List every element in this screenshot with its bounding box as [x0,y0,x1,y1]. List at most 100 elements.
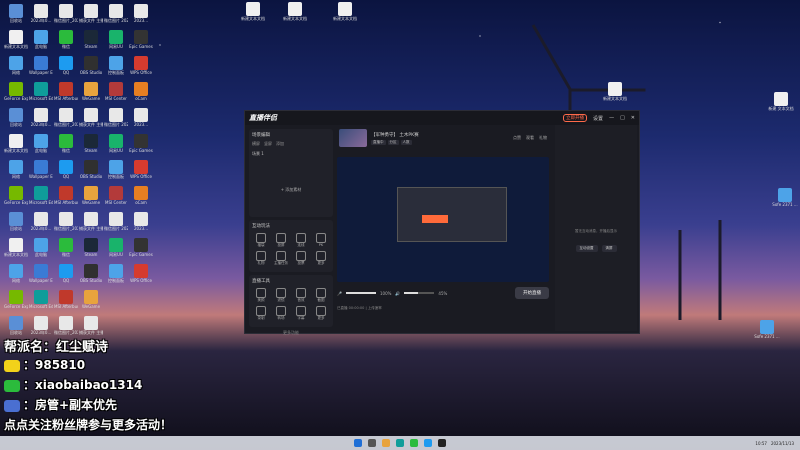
tool-button[interactable]: 投屏 [272,233,290,248]
app-icon [34,290,48,304]
desktop-icon[interactable]: 新建文本文档 [238,2,268,21]
explorer-icon[interactable] [382,439,390,447]
interaction-settings-button[interactable]: 互动设置 [575,245,598,252]
tool-button[interactable]: 转场 [272,306,290,321]
tool-button[interactable]: 录制 [252,306,270,321]
tool-button[interactable]: 字幕 [292,306,310,321]
tool-button[interactable]: 滤镜 [272,288,290,303]
tool-label: 美颜 [257,298,265,302]
tool-icon [316,233,326,243]
desktop-icon-label: GeForce Experience [4,200,28,205]
add-source-button[interactable]: + 添加素材 [252,187,330,193]
tool-button[interactable]: 美颜 [252,288,270,303]
room-title[interactable]: 【军种勇守】 土木PK赛 [371,132,419,138]
clear-screen-button[interactable]: 清屏 [601,245,617,252]
app-icon [109,238,123,252]
tool-label: 截图 [317,298,325,302]
search-icon[interactable] [368,439,376,447]
mic-icon[interactable]: 🎤 [337,291,342,296]
more-features[interactable]: 更多功能 [249,330,333,336]
room-info: 【军种勇守】 土木PK赛 直播中 分区 人数 点赞 观看 礼物 [337,125,549,151]
desktop-icon[interactable]: 新建 文本文档 [766,92,796,111]
qq-taskbar-icon[interactable] [424,439,432,447]
desktop-icon-label: 2023年0... [30,122,52,127]
left-pane: 场景编辑 横屏 竖屏 添加 场景 1 + 添加素材 互动玩法 福袋 投屏 连线 PK 礼… [249,129,333,335]
wechat-icon [4,379,20,392]
app-icon [134,264,148,278]
app-icon [134,212,148,226]
app-icon [134,134,148,148]
tab-add[interactable]: 添加 [276,141,284,147]
tag-live: 直播中 [371,139,386,145]
tool-button[interactable]: 投票 [292,251,310,266]
tab-landscape[interactable]: 横屏 [252,141,260,147]
clock-date[interactable]: 2023/11/13 [771,441,794,446]
app-icon [34,264,48,278]
start-icon[interactable] [354,439,362,447]
speaker-icon[interactable]: 🔊 [395,291,400,296]
close-icon[interactable]: ✕ [631,115,635,121]
tool-button[interactable]: 连线 [292,233,310,248]
desktop-icon-label: 2023年0... [30,330,52,335]
desktop-icon-label: Sofe 2371 ... [754,334,780,339]
desktop-icon-label: Steam [84,148,98,153]
tool-icon [276,306,286,316]
stream-preview[interactable] [337,157,549,282]
go-live-title-button[interactable]: 立即开播 [563,114,588,122]
tool-button[interactable]: PK [312,233,330,248]
desktop-icon-label: QQ [62,70,70,75]
wechat-taskbar-icon[interactable] [410,439,418,447]
live-app-taskbar-icon[interactable] [438,439,446,447]
tool-label: 更多 [317,261,325,265]
maximize-icon[interactable]: □ [620,115,625,121]
start-live-button[interactable]: 开始直播 [515,287,549,299]
mic-slider[interactable] [345,292,376,294]
clock-time[interactable]: 10:57 [755,441,767,446]
desktop-icon[interactable]: 控制面板 [104,264,128,294]
room-thumbnail[interactable] [339,129,367,147]
app-icon [34,108,48,122]
tool-button[interactable]: 音效 [292,288,310,303]
minimize-icon[interactable]: — [609,115,614,121]
room-stats: 点赞 观看 礼物 [513,135,547,141]
desktop-icon-label: 回收站 [10,18,22,23]
desktop-icon-label: Wallpaper Engine [29,174,53,179]
desktop-icon-label: WPS Office [130,174,152,179]
app-icon [134,186,148,200]
tab-portrait[interactable]: 竖屏 [264,141,272,147]
app-icon [608,82,622,96]
desktop-icon[interactable]: 新建文本文档 [280,2,310,21]
desktop-icon-label: 微信图片_2023... [54,330,78,335]
edge-icon[interactable] [396,439,404,447]
app-titlebar: 直播伴侣 立即开播 设置 — □ ✕ [245,111,639,125]
app-icon [34,30,48,44]
scene-item[interactable]: 场景 1 [252,151,330,157]
tool-button[interactable]: 主播任务 [272,251,290,266]
desktop-icon-label: 微信图片_2023... [54,18,78,23]
overlay-wechat: ：xiaobaibao1314 [4,376,142,393]
desktop-icon-label: MSI Center [105,96,127,101]
tool-label: 转场 [277,316,285,320]
desktop-icon[interactable]: Sofe 2371 ... [770,188,800,207]
tool-button[interactable]: 更多 [312,251,330,266]
live-companion-window[interactable]: 直播伴侣 立即开播 设置 — □ ✕ 场景编辑 横屏 竖屏 添加 场景 1 + … [244,110,640,335]
tool-button[interactable]: 礼物 [252,251,270,266]
desktop-icon[interactable]: 新建文本文档 [600,82,630,101]
desktop-icon-label: 捕获文件 主播... [79,18,103,23]
desktop-icon-label: 2023... [134,18,148,23]
stat-likes: 点赞 [513,135,521,140]
overlay-wechat-text: ：xiaobaibao1314 [23,378,143,392]
app-icon [134,160,148,174]
desktop-icon-label: 回收站 [10,330,22,335]
tool-icon [296,306,306,316]
tool-button[interactable]: 截图 [312,288,330,303]
tool-button[interactable]: 更多 [312,306,330,321]
speaker-slider[interactable] [404,292,435,294]
settings-button[interactable]: 设置 [593,115,603,122]
desktop-icon-label: WeGame [81,96,101,101]
tool-button[interactable]: 福袋 [252,233,270,248]
desktop-icon[interactable]: WPS Office [129,264,153,294]
app-icon [34,82,48,96]
desktop-icon[interactable]: Sofe 2371 ... [752,320,782,339]
desktop-icon[interactable]: 新建文本文档 [330,2,360,21]
